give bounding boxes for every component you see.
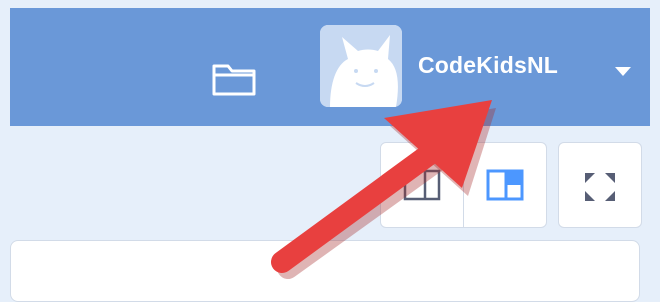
avatar[interactable] — [320, 25, 402, 107]
fullscreen-button[interactable] — [558, 142, 642, 228]
fullscreen-icon — [585, 173, 615, 201]
large-stage-icon — [486, 169, 524, 201]
scratch-cat-avatar-icon — [320, 25, 402, 107]
stage-header — [10, 126, 650, 236]
caret-down-icon[interactable] — [614, 64, 632, 76]
stage-size-toggle — [380, 142, 547, 228]
small-stage-button[interactable] — [381, 143, 463, 227]
small-stage-icon — [403, 169, 441, 201]
large-stage-button[interactable] — [464, 143, 546, 227]
folder-icon[interactable] — [210, 58, 258, 98]
username[interactable]: CodeKidsNL — [418, 52, 558, 79]
stage-canvas[interactable] — [10, 240, 640, 302]
